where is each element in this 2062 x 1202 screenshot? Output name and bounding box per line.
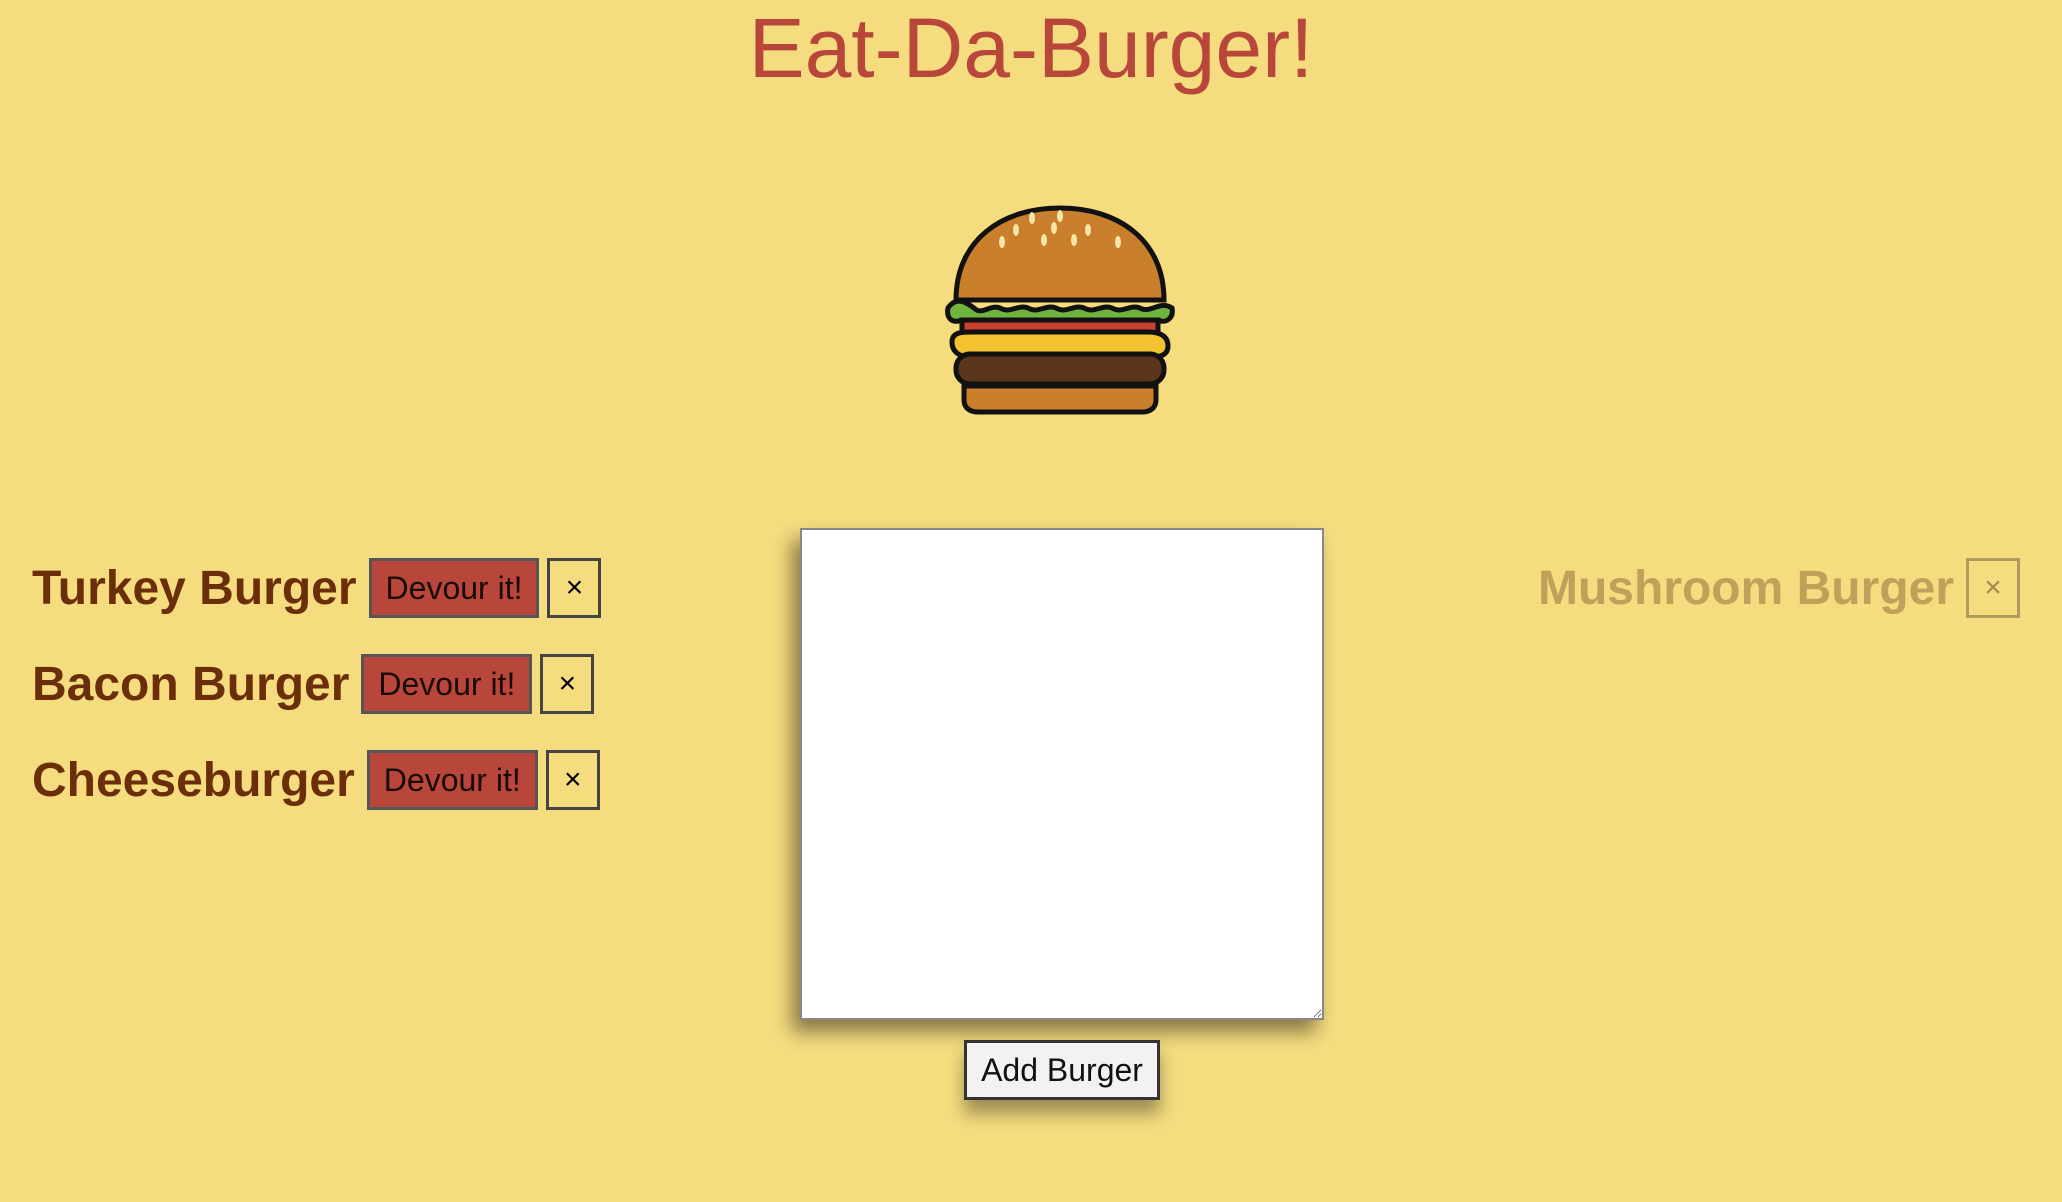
burger-item: Cheeseburger Devour it! × — [32, 732, 601, 828]
hamburger-icon — [942, 200, 1178, 420]
burger-name: Cheeseburger — [32, 753, 355, 807]
burger-name: Mushroom Burger — [1537, 561, 1954, 615]
devour-button[interactable]: Devour it! — [366, 750, 538, 810]
burger-name: Turkey Burger — [32, 561, 357, 615]
devour-button[interactable]: Devour it! — [361, 654, 533, 714]
add-burger-button[interactable]: Add Burger — [964, 1040, 1160, 1100]
devoured-burger-list: Mushroom Burger × — [1538, 540, 2020, 636]
delete-button[interactable]: × — [1966, 558, 2020, 618]
uneaten-burger-list: Turkey Burger Devour it! × Bacon Burger … — [32, 540, 602, 828]
burger-item: Turkey Burger Devour it! × — [32, 540, 602, 636]
delete-button[interactable]: × — [547, 558, 602, 618]
devoured-burger-item: Mushroom Burger × — [1538, 540, 2020, 636]
burger-name-input[interactable] — [800, 528, 1324, 1020]
burger-name: Bacon Burger — [32, 657, 350, 711]
page-title: Eat-Da-Burger! — [748, 1, 1314, 95]
devour-button[interactable]: Devour it! — [368, 558, 540, 618]
delete-button[interactable]: × — [545, 750, 600, 810]
burger-item: Bacon Burger Devour it! × — [32, 636, 601, 732]
delete-button[interactable]: × — [540, 654, 595, 714]
